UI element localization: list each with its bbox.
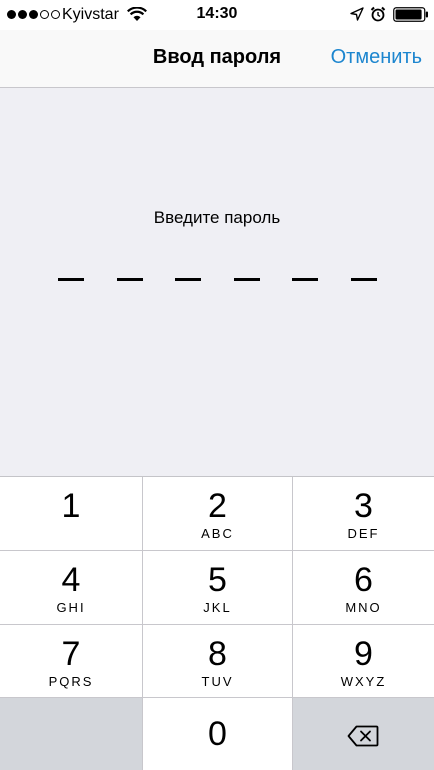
location-icon bbox=[350, 7, 364, 21]
passcode-digit-placeholder bbox=[350, 278, 377, 281]
key-letters: TUV bbox=[201, 674, 234, 689]
key-digit: 3 bbox=[354, 487, 373, 525]
key-6[interactable]: 6 MNO bbox=[293, 551, 434, 624]
key-4[interactable]: 4 GHI bbox=[0, 551, 142, 624]
key-5[interactable]: 5 JKL bbox=[143, 551, 292, 624]
battery-icon bbox=[393, 7, 428, 22]
passcode-digit-placeholder bbox=[233, 278, 260, 281]
passcode-prompt: Введите пароль bbox=[153, 208, 281, 227]
passcode-digit-placeholder bbox=[58, 278, 84, 281]
key-digit: 1 bbox=[61, 487, 81, 525]
passcode-digit-placeholder bbox=[116, 278, 143, 281]
key-digit: 9 bbox=[354, 635, 373, 673]
key-letters: JKL bbox=[203, 600, 232, 615]
key-digit: 4 bbox=[61, 561, 81, 599]
key-digit: 7 bbox=[61, 635, 81, 673]
status-bar: Kyivstar 14:30 bbox=[0, 0, 434, 30]
key-digit: 8 bbox=[208, 635, 227, 673]
passcode-field bbox=[0, 278, 434, 282]
passcode-screen: Kyivstar 14:30 Ввод пароля Отменить Введ… bbox=[0, 0, 434, 770]
delete-backspace-icon bbox=[347, 725, 379, 747]
key-letters: PQRS bbox=[48, 674, 94, 689]
key-0[interactable]: 0 bbox=[143, 698, 292, 770]
key-digit: 0 bbox=[208, 715, 227, 753]
key-letters: WXYZ bbox=[340, 674, 387, 689]
key-digit: 6 bbox=[354, 561, 373, 599]
key-2[interactable]: 2 ABC bbox=[143, 477, 292, 550]
key-letters: ABC bbox=[201, 526, 234, 541]
key-digit: 5 bbox=[208, 561, 227, 599]
key-1[interactable]: 1 bbox=[0, 477, 142, 550]
passcode-digit-placeholder bbox=[175, 278, 201, 281]
alarm-icon bbox=[370, 6, 386, 22]
key-9[interactable]: 9 WXYZ bbox=[293, 625, 434, 697]
key-3[interactable]: 3 DEF bbox=[293, 477, 434, 550]
navigation-bar: Ввод пароля Отменить bbox=[0, 30, 434, 88]
keypad-empty-slot bbox=[0, 698, 142, 770]
cancel-button[interactable]: Отменить bbox=[331, 30, 422, 87]
passcode-entry-area: Введите пароль bbox=[0, 88, 434, 476]
delete-button[interactable] bbox=[293, 698, 434, 770]
key-letters: MNO bbox=[345, 600, 382, 615]
passcode-digit-placeholder bbox=[292, 278, 318, 281]
status-time: 14:30 bbox=[196, 5, 238, 22]
key-digit: 2 bbox=[208, 487, 227, 525]
key-7[interactable]: 7 PQRS bbox=[0, 625, 142, 697]
numeric-keypad: 1 2 ABC 3 DEF 4 GHI 5 JKL 6 MNO 7 PQRS 8 bbox=[0, 476, 434, 770]
key-letters: DEF bbox=[347, 526, 380, 541]
key-8[interactable]: 8 TUV bbox=[143, 625, 292, 697]
key-letters: GHI bbox=[56, 600, 86, 615]
